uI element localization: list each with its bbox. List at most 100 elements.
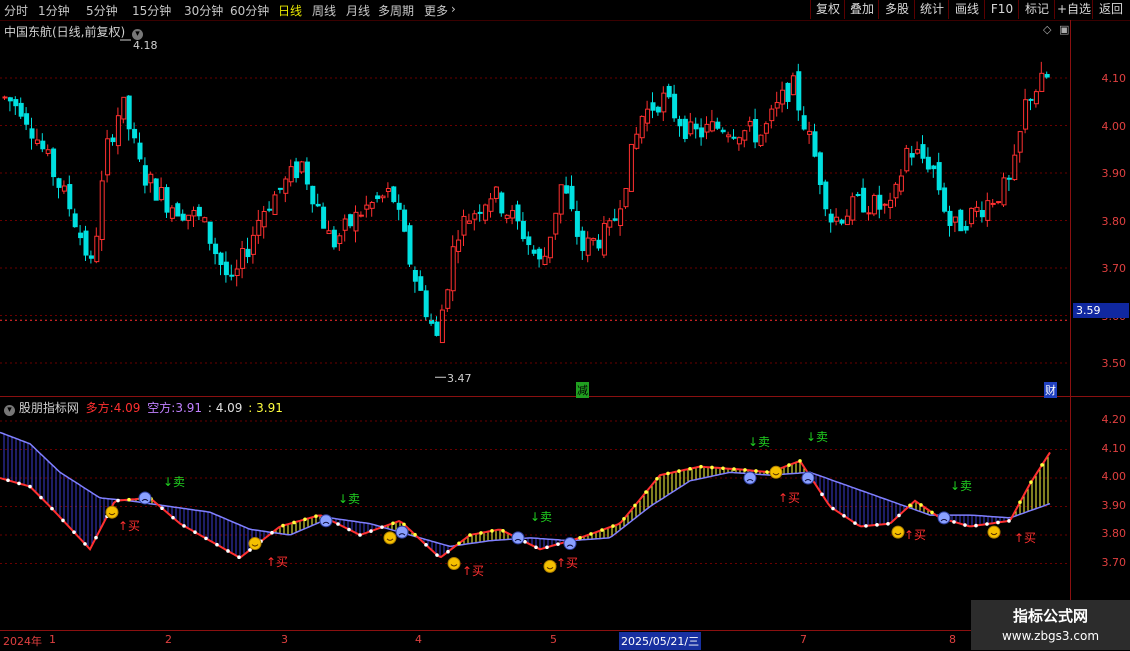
candle-up [742,130,748,141]
date-label: 1 [49,633,56,646]
signal-dot [17,481,21,486]
price-tick: 3.90 [1101,167,1127,180]
reduce-marker[interactable]: 减 [576,382,589,398]
candle-up [105,138,111,176]
candle-up [121,96,127,120]
signal-dot [160,506,164,511]
buy-smiley-icon[interactable] [987,525,1001,539]
signal-dot [501,528,505,533]
candle-up [985,200,991,221]
candle-down [753,119,759,143]
overlay-button[interactable]: 叠加 [844,0,879,19]
sell-frown-icon[interactable] [743,471,757,485]
candle-up [915,149,921,154]
period-tab-15min[interactable]: 15分钟 [132,2,171,19]
chevron-right-icon[interactable]: › [451,2,456,16]
candle-down [229,274,235,277]
candle-up [774,102,780,109]
period-tab-60min[interactable]: 60分钟 [230,2,269,19]
signal-dot [446,549,450,554]
signal-dot [996,520,1000,525]
sell-frown-icon[interactable] [937,511,951,525]
candle-down [315,203,321,207]
add-watchlist-button[interactable]: +自选 [1054,0,1093,19]
period-tab-30min[interactable]: 30分钟 [184,2,223,19]
candle-down [877,194,883,210]
period-tab-multi[interactable]: 多周期 [378,2,414,19]
candle-down [396,202,402,210]
sell-signal-label: ↓卖 [748,435,770,449]
buy-smiley-icon[interactable] [543,559,557,573]
signal-dot [215,542,219,547]
buy-smiley-icon[interactable] [248,537,262,551]
signal-dot [699,464,703,469]
period-tab-1min[interactable]: 1分钟 [38,2,70,19]
candle-up [358,214,364,217]
candle-down [731,136,737,139]
stats-button[interactable]: 统计 [914,0,949,19]
period-tab-monthly[interactable]: 月线 [346,2,370,19]
buy-smiley-icon[interactable] [447,557,461,570]
period-tab-weekly[interactable]: 周线 [312,2,336,19]
price-tick: 4.00 [1101,120,1127,133]
period-tab-daily[interactable]: 日线 [278,2,302,19]
candle-down [817,152,823,185]
signal-dot [875,523,879,527]
signal-dot [589,532,593,536]
buy-signal-label: ↑买 [266,555,288,569]
draw-line-button[interactable]: 画线 [948,0,985,19]
sell-frown-icon[interactable] [801,471,815,485]
candle-down [391,186,397,203]
buy-smiley-icon[interactable] [105,505,119,519]
signal-dot [72,530,76,534]
candle-down [213,243,219,255]
signal-dot [1018,500,1022,505]
candlestick-chart[interactable] [0,20,1070,396]
signal-dot [798,459,802,463]
candle-down [277,187,283,190]
buy-smiley-icon[interactable] [383,531,397,545]
candle-down [499,192,505,214]
signal-dot [655,476,659,481]
sell-frown-icon[interactable] [395,525,409,539]
date-label: 4 [415,633,422,646]
buy-smiley-icon[interactable] [891,525,905,539]
sell-frown-icon[interactable] [563,537,577,551]
multi-stock-button[interactable]: 多股 [878,0,915,19]
period-tab-fenshi[interactable]: 分时 [4,2,28,19]
signal-dot [677,469,681,473]
candle-down [947,210,953,226]
indicator-chart[interactable]: ↑买 ↑买 ↑买 ↑买 ↑买 ↑买 ↑买 ↓卖 ↓卖 ↓卖 ↓卖 ↓卖 ↓卖 [0,397,1070,630]
candle-down [418,276,424,291]
signal-dot [556,542,560,546]
candle-up [898,175,904,192]
back-button[interactable]: 返回 [1092,0,1129,19]
candle-up [34,139,40,144]
candle-down [596,239,602,249]
signal-dot [116,498,120,503]
buy-smiley-icon[interactable] [769,465,783,479]
period-tab-more[interactable]: 更多 [424,2,448,19]
mark-button[interactable]: 标记 [1018,0,1055,19]
fuquan-button[interactable]: 复权 [810,0,845,19]
candle-up [558,184,564,215]
signal-dot [534,545,538,550]
sell-frown-icon[interactable] [319,514,333,528]
f10-button[interactable]: F10 [984,0,1019,19]
period-tab-5min[interactable]: 5分钟 [86,2,118,19]
high-price-label: 4.18 [133,39,158,52]
finance-marker[interactable]: 财 [1044,382,1057,398]
candle-up [45,149,51,154]
candle-up [445,289,451,309]
signal-dot [413,532,417,537]
sell-frown-icon[interactable] [511,531,525,545]
candle-up [904,147,910,172]
signal-dot [237,555,241,560]
sell-frown-icon[interactable] [138,491,152,505]
buy-signal-label: ↑买 [1014,531,1036,545]
candle-up [726,134,732,138]
candle-up [645,108,651,124]
candle-up [169,207,175,219]
candle-up [888,199,894,208]
signal-dot [1029,480,1033,484]
